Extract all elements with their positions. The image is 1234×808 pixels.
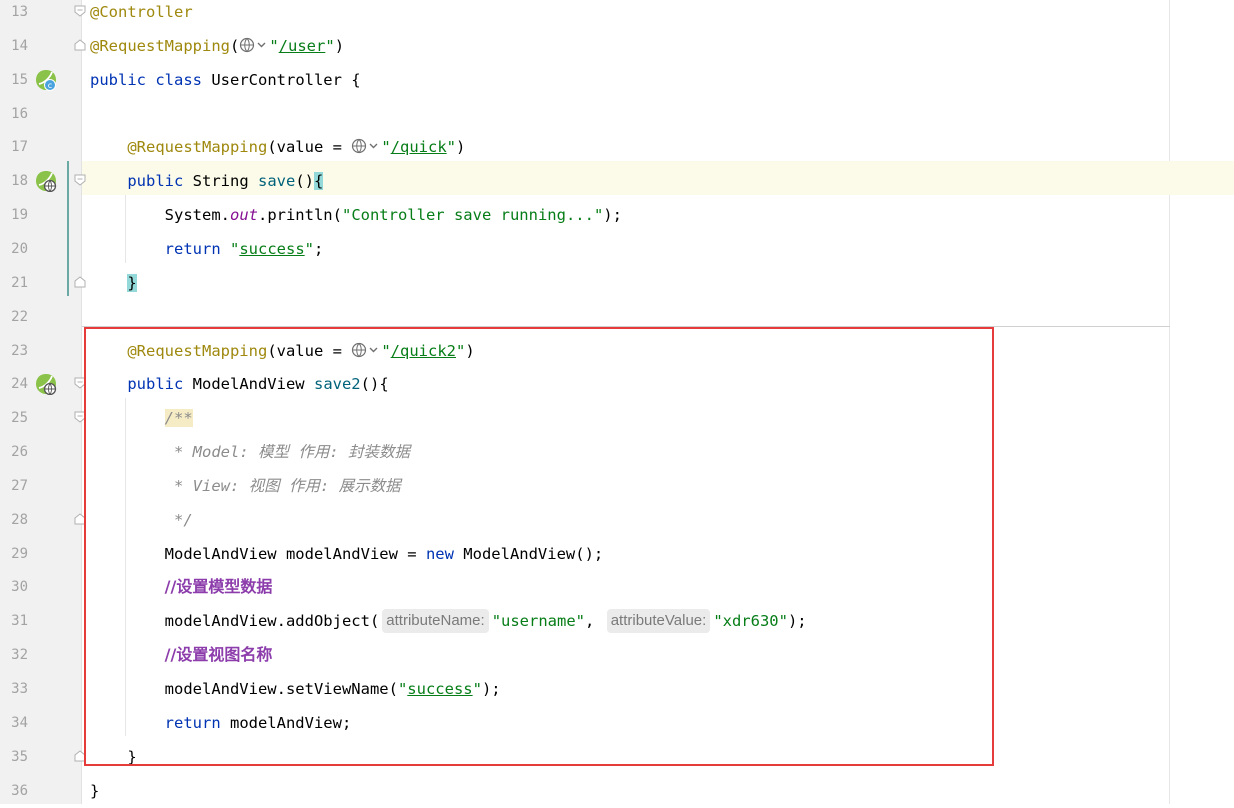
- string-literal: ": [229, 239, 240, 258]
- line-number[interactable]: 26: [0, 435, 28, 469]
- annotation: @Controller: [90, 3, 193, 21]
- keyword: public class: [90, 70, 212, 89]
- code-token: (value =: [267, 138, 352, 157]
- code-token: UserController {: [211, 70, 361, 89]
- code-line[interactable]: 17 @RequestMapping(value = "/quick"): [0, 130, 1234, 164]
- code-line[interactable]: 13 @Controller: [0, 0, 1234, 29]
- string-literal: ": [381, 138, 391, 157]
- code-token: ;: [314, 239, 324, 258]
- globe-url-icon[interactable]: [239, 31, 269, 52]
- line-number[interactable]: 13: [0, 0, 28, 29]
- code-line[interactable]: 15 c public class UserController {: [0, 63, 1234, 97]
- code-token: );: [603, 206, 622, 225]
- line-number[interactable]: 18: [0, 164, 28, 198]
- spring-bean-class-icon[interactable]: c: [35, 69, 57, 91]
- url-link[interactable]: /user: [279, 37, 326, 55]
- code-text[interactable]: return "success";: [90, 232, 324, 266]
- spring-request-mapping-icon[interactable]: [35, 373, 57, 396]
- line-number[interactable]: 30: [0, 570, 28, 604]
- line-number[interactable]: 25: [0, 401, 28, 435]
- globe-url-icon[interactable]: [351, 132, 381, 154]
- code-line[interactable]: 16: [0, 97, 1234, 131]
- method-name: save: [257, 172, 296, 191]
- fold-start-icon[interactable]: [74, 174, 86, 186]
- code-token: ): [456, 138, 466, 157]
- string-literal: ": [446, 138, 456, 157]
- fold-end-icon[interactable]: [74, 39, 86, 51]
- line-number[interactable]: 28: [0, 503, 28, 537]
- code-token: System.: [90, 206, 230, 225]
- url-link[interactable]: /quick: [391, 138, 447, 156]
- spring-request-mapping-icon[interactable]: [35, 170, 57, 193]
- string-literal: ": [325, 36, 335, 55]
- string-literal: "Controller save running...": [341, 206, 604, 225]
- string-literal: ": [269, 36, 279, 55]
- code-token: (): [295, 172, 314, 191]
- code-token: (: [229, 36, 240, 55]
- line-number[interactable]: 24: [0, 367, 28, 401]
- code-token: }: [90, 781, 100, 800]
- line-number[interactable]: 31: [0, 604, 28, 638]
- line-number[interactable]: 15: [0, 63, 28, 97]
- code-text[interactable]: System.out.println("Controller save runn…: [90, 198, 622, 232]
- line-number[interactable]: 32: [0, 638, 28, 672]
- matched-brace: }: [127, 273, 137, 292]
- matched-brace: {: [313, 172, 324, 191]
- code-line[interactable]: 20 return "success";: [0, 232, 1234, 266]
- line-number[interactable]: 35: [0, 740, 28, 774]
- annotation: @RequestMapping: [90, 36, 230, 55]
- static-field: out: [229, 206, 258, 225]
- line-number[interactable]: 36: [0, 774, 28, 808]
- code-text[interactable]: public String save(){: [90, 164, 324, 198]
- line-number[interactable]: 20: [0, 232, 28, 266]
- code-text[interactable]: public class UserController {: [90, 63, 361, 97]
- line-number[interactable]: 17: [0, 130, 28, 164]
- line-number[interactable]: 33: [0, 672, 28, 706]
- fold-start-icon[interactable]: [74, 5, 86, 17]
- line-number[interactable]: 23: [0, 334, 28, 368]
- code-text[interactable]: @Controller: [90, 0, 193, 29]
- code-text[interactable]: @RequestMapping(value = "/quick"): [90, 130, 465, 164]
- line-number[interactable]: 22: [0, 300, 28, 334]
- code-line[interactable]: 36}: [0, 774, 1234, 808]
- code-line[interactable]: 19 System.out.println("Controller save r…: [0, 198, 1234, 232]
- keyword: return: [164, 239, 230, 258]
- line-number[interactable]: 16: [0, 97, 28, 131]
- code-line[interactable]: 14 @RequestMapping( "/user"): [0, 29, 1234, 63]
- code-token: ): [334, 36, 345, 55]
- code-line[interactable]: 21 }: [0, 266, 1234, 300]
- code-text[interactable]: }: [90, 266, 137, 300]
- highlight-box: [84, 327, 994, 766]
- keyword: public: [127, 172, 193, 191]
- fold-end-icon[interactable]: [74, 276, 86, 288]
- svg-text:c: c: [48, 81, 52, 90]
- string-literal: ": [304, 239, 314, 258]
- annotation: @RequestMapping: [127, 138, 268, 157]
- code-text[interactable]: }: [90, 774, 99, 808]
- line-number[interactable]: 27: [0, 469, 28, 503]
- code-line[interactable]: 18 public String save(){: [0, 164, 1234, 198]
- line-number[interactable]: 19: [0, 198, 28, 232]
- code-token: String: [192, 172, 258, 191]
- code-text[interactable]: @RequestMapping( "/user"): [90, 29, 344, 63]
- url-link[interactable]: success: [239, 240, 304, 258]
- line-number[interactable]: 14: [0, 29, 28, 63]
- line-number[interactable]: 29: [0, 537, 28, 571]
- line-number[interactable]: 34: [0, 706, 28, 740]
- code-token: .println(: [257, 206, 342, 225]
- line-number[interactable]: 21: [0, 266, 28, 300]
